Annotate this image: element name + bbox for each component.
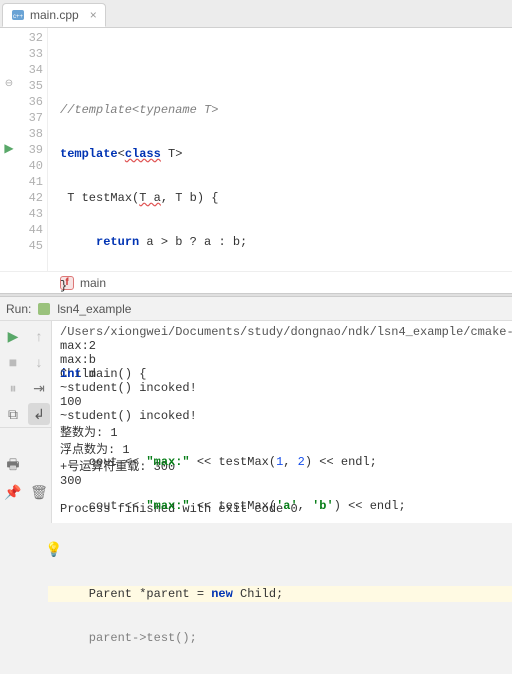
- run-gutter-icon[interactable]: ▶: [2, 142, 16, 156]
- pause-button[interactable]: ⏸: [0, 375, 26, 401]
- line-gutter: 32 33 34 ⊖ 35 36 37 38 ▶ 39 40 41 42 43 …: [0, 28, 48, 271]
- line-number: 45: [0, 238, 47, 254]
- run-label: Run:: [6, 302, 31, 316]
- stop-button[interactable]: ■: [0, 349, 26, 375]
- tab-filename: main.cpp: [30, 8, 79, 22]
- line-number: 43: [0, 206, 47, 222]
- line-number: 37: [0, 110, 47, 126]
- code-editor[interactable]: 32 33 34 ⊖ 35 36 37 38 ▶ 39 40 41 42 43 …: [0, 28, 512, 271]
- run-toolbar: ▶ ↑ ■ ↓ ⏸ ⇥ ⧉ ↲ 🖶 📌 🗑: [0, 321, 52, 523]
- layout-button[interactable]: ⧉: [0, 401, 26, 427]
- rerun-button[interactable]: ▶: [0, 323, 26, 349]
- code-comment: //template<typename T>: [60, 103, 218, 117]
- line-number: 41: [0, 174, 47, 190]
- line-number: 38: [0, 126, 47, 142]
- editor-tab-strip: c++ main.cpp ×: [0, 0, 512, 28]
- line-number: 33: [0, 46, 47, 62]
- line-number: ▶ 39: [0, 142, 47, 158]
- line-number: 36: [0, 94, 47, 110]
- pin-button[interactable]: 📌: [0, 479, 26, 505]
- soft-wrap-button[interactable]: ↲: [28, 403, 50, 425]
- tab-main-cpp[interactable]: c++ main.cpp ×: [2, 3, 106, 27]
- line-number: 32: [0, 30, 47, 46]
- intention-bulb-icon[interactable]: 💡: [45, 543, 59, 557]
- code-area[interactable]: //template<typename T> template<class T>…: [48, 28, 512, 271]
- line-number: 44: [0, 222, 47, 238]
- collapse-icon[interactable]: ⊖: [2, 78, 16, 92]
- line-number: ⊖ 35: [0, 78, 47, 94]
- print-button[interactable]: 🖶: [0, 453, 26, 479]
- tab-close-icon[interactable]: ×: [90, 8, 97, 22]
- line-number: 42: [0, 190, 47, 206]
- svg-text:c++: c++: [13, 14, 24, 20]
- line-number: 34: [0, 62, 47, 78]
- cpp-file-icon: c++: [11, 8, 25, 22]
- line-number: 40: [0, 158, 47, 174]
